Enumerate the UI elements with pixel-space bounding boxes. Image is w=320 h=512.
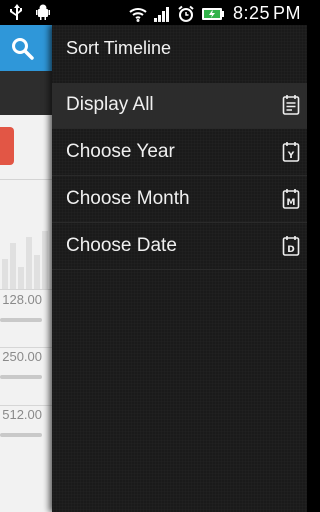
- calendar-date-icon: D: [282, 236, 300, 256]
- background-amount: 250.00: [2, 349, 42, 364]
- background-app-topbar: [0, 25, 52, 71]
- background-bar-graph: [0, 227, 52, 289]
- menu-item-choose-date[interactable]: Choose Date D: [52, 224, 307, 270]
- divider: [0, 405, 52, 406]
- calendar-year-icon: Y: [282, 142, 300, 162]
- wifi-icon: [129, 7, 147, 22]
- drawer-header: Sort Timeline: [52, 25, 307, 73]
- menu-item-choose-year[interactable]: Choose Year Y: [52, 130, 307, 176]
- battery-charging-icon: [201, 7, 224, 20]
- menu-item-choose-month[interactable]: Choose Month M: [52, 177, 307, 223]
- alarm-icon: [178, 5, 194, 22]
- calendar-month-icon: M: [282, 189, 300, 209]
- menu-item-label: Display All: [66, 94, 154, 115]
- status-time: 8:25: [232, 3, 270, 23]
- divider: [0, 289, 52, 290]
- background-progress: [0, 433, 42, 437]
- icon-letter: M: [287, 198, 296, 208]
- icon-letter: Y: [287, 151, 295, 161]
- background-amount: 512.00: [2, 407, 42, 422]
- background-red-button[interactable]: [0, 127, 14, 165]
- divider: [0, 347, 52, 348]
- menu-item-label: Choose Month: [66, 188, 190, 209]
- calendar-list-icon: [282, 95, 300, 115]
- drawer-title: Sort Timeline: [66, 38, 172, 58]
- android-debug-icon: [36, 4, 50, 20]
- menu-item-label: Choose Year: [66, 141, 175, 162]
- menu-item-label: Choose Date: [66, 235, 177, 256]
- status-bar: 8:25 PM: [0, 0, 307, 25]
- background-app-content: 128.00 250.00 512.00: [0, 115, 52, 512]
- status-time-suffix: PM: [273, 3, 301, 23]
- background-app-subbar: [0, 71, 52, 115]
- menu-item-display-all[interactable]: Display All: [52, 83, 307, 129]
- usb-icon: [10, 4, 22, 20]
- sort-timeline-drawer: Sort Timeline Display All Choose Year Y …: [52, 25, 307, 512]
- background-progress: [0, 318, 42, 322]
- divider: [0, 179, 52, 180]
- background-app: 128.00 250.00 512.00: [0, 25, 52, 512]
- search-icon[interactable]: [9, 35, 37, 63]
- background-progress: [0, 375, 42, 379]
- icon-letter: D: [287, 245, 294, 255]
- signal-icon: [153, 6, 169, 22]
- background-amount: 128.00: [2, 292, 42, 307]
